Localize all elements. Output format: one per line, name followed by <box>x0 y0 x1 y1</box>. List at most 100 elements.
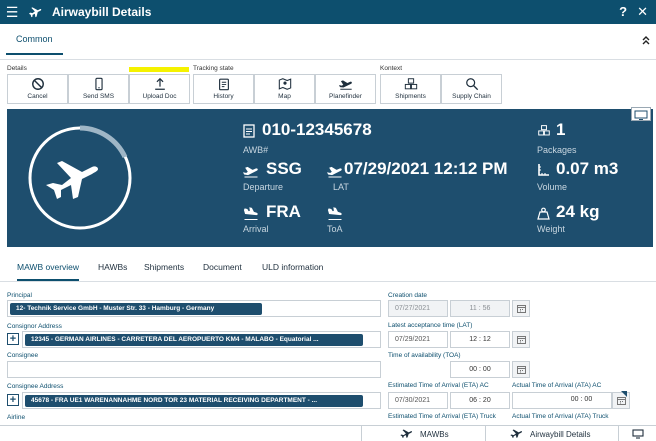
search-icon <box>465 78 478 91</box>
group-label-tracking: Tracking state <box>193 65 234 72</box>
volume-field: 0.07 m3 Volume <box>537 159 647 199</box>
planefinder-button[interactable]: Planefinder <box>315 74 376 104</box>
tab-mawb-overview[interactable]: MAWB overview <box>17 262 80 281</box>
consignor-address-label: Consignor Address <box>7 323 62 330</box>
tab-document[interactable]: Document <box>203 262 242 279</box>
awb-number: 010-12345678 <box>262 120 372 139</box>
arrival-code: FRA <box>266 202 301 221</box>
airwaybill-details-button[interactable]: Airwaybill Details <box>510 426 590 441</box>
volume-value: 0.07 m3 <box>556 159 619 178</box>
awb-caption: AWB# <box>243 145 269 155</box>
toa-time-input[interactable]: 00 : 00 <box>450 361 510 378</box>
airplane-icon <box>400 429 412 438</box>
tab-shipments[interactable]: Shipments <box>144 262 184 279</box>
packages-caption: Packages <box>537 145 577 155</box>
upload-doc-button[interactable]: Upload Doc <box>129 74 190 104</box>
monitor-icon[interactable] <box>632 426 644 441</box>
airplane-icon <box>28 5 46 19</box>
boxes-icon <box>538 125 550 136</box>
add-consignor-icon[interactable]: + <box>7 333 19 345</box>
weight-value: 24 kg <box>556 202 600 221</box>
calendar-icon[interactable] <box>512 331 530 348</box>
add-consignee-icon[interactable]: + <box>7 394 19 406</box>
airplane-icon <box>510 429 522 438</box>
weight-field: 24 kg Weight <box>537 202 647 242</box>
ruler-icon <box>538 164 549 176</box>
consignor-address-chip[interactable]: 12345 - GERMAN AIRLINES - CARRETERA DEL … <box>25 334 363 346</box>
lat-date-input[interactable]: 07/29/2021 <box>388 331 448 348</box>
title-bar: ☰ Airwaybill Details ? ✕ <box>0 0 656 24</box>
hamburger-menu-icon[interactable]: ☰ <box>0 0 24 24</box>
eta-ac-label: Estimated Time of Arrival (ETA) AC <box>388 382 489 389</box>
group-label-kontext: Kontext <box>380 65 403 72</box>
group-label-details: Details <box>7 65 27 72</box>
consignee-address-label: Consignee Address <box>7 383 64 390</box>
ata-ac-label: Actual Time of Arrival (ATA) AC <box>512 382 602 389</box>
toa-label: Time of availability (TOA) <box>388 352 461 359</box>
consignee-field[interactable] <box>7 361 381 378</box>
cancel-icon <box>31 78 44 90</box>
lat-label: Latest acceptance time (LAT) <box>388 322 473 329</box>
ata-ac-time-input[interactable]: 00 : 00 <box>553 392 610 409</box>
creation-time-input: 11 : 56 <box>450 300 510 317</box>
phone-icon <box>94 77 103 91</box>
toa-caption: ToA <box>327 224 343 234</box>
creation-date-input: 07/27/2021 <box>388 300 448 317</box>
arrival-caption: Arrival <box>243 224 269 234</box>
eta-ac-date-input[interactable]: 07/30/2021 <box>388 392 448 409</box>
plane-departure-icon <box>243 166 258 178</box>
eta-truck-label: Estimated Time of Arrival (ETA) Truck <box>388 413 496 420</box>
lat-time-input[interactable]: 12 : 12 <box>450 331 510 348</box>
top-tabs: Common <box>0 24 656 60</box>
airplane-progress-icon <box>28 125 132 230</box>
airwaybill-summary-banner: 010-12345678 AWB# SSG Departure 07/29/20… <box>7 107 653 247</box>
lat-caption: LAT <box>333 182 349 192</box>
lat-value: 07/29/2021 12:12 PM <box>344 159 508 178</box>
tab-hawbs[interactable]: HAWBs <box>98 262 127 279</box>
weight-caption: Weight <box>537 224 565 234</box>
map-button[interactable]: Map <box>254 74 315 104</box>
plane-arrival-icon <box>327 207 342 221</box>
bottom-bar: MAWBs Airwaybill Details <box>0 425 656 441</box>
send-sms-button[interactable]: Send SMS <box>68 74 129 104</box>
window-title: Airwaybill Details <box>52 5 152 19</box>
boxes-icon <box>404 78 417 90</box>
principal-label: Principal <box>7 292 32 299</box>
consignee-address-chip[interactable]: 45678 - FRA UE1 WARENANNAHME NORD TOR 23… <box>25 395 363 407</box>
packages-count: 1 <box>556 120 566 139</box>
document-icon <box>243 124 255 138</box>
calendar-icon[interactable] <box>512 361 530 378</box>
display-mode-icon[interactable] <box>631 107 651 121</box>
weight-icon <box>537 207 550 220</box>
departure-code: SSG <box>266 159 302 178</box>
departure-field: SSG Departure <box>243 159 323 199</box>
map-icon <box>278 78 291 90</box>
upload-icon <box>154 77 165 90</box>
cancel-button[interactable]: Cancel <box>7 74 68 104</box>
consignee-label: Consignee <box>7 352 39 359</box>
principal-chip[interactable]: 12- Technik Service GmbH - Muster Str. 3… <box>10 303 262 315</box>
supply-chain-button[interactable]: Supply Chain <box>441 74 502 104</box>
plane-departure-icon <box>327 166 342 178</box>
help-icon[interactable]: ? <box>619 4 627 20</box>
edit-marker-icon <box>621 391 627 397</box>
tab-common[interactable]: Common <box>6 34 63 55</box>
awb-field: 010-12345678 AWB# <box>243 120 443 160</box>
ata-truck-label: Actual Time of Arrival (ATA) Truck <box>512 413 609 420</box>
mawbs-button[interactable]: MAWBs <box>400 426 449 441</box>
departure-caption: Departure <box>243 182 284 192</box>
detail-tabs: MAWB overview HAWBs Shipments Document U… <box>0 258 656 282</box>
close-icon[interactable]: ✕ <box>637 4 648 20</box>
history-button[interactable]: History <box>193 74 254 104</box>
arrival-field: FRA Arrival <box>243 202 323 242</box>
volume-caption: Volume <box>537 182 568 192</box>
plane-takeoff-icon <box>338 80 352 90</box>
packages-field: 1 Packages <box>537 120 647 160</box>
shipments-button[interactable]: Shipments <box>380 74 441 104</box>
collapse-chevron-icon[interactable] <box>642 36 650 48</box>
lat-field: 07/29/2021 12:12 PM LAT <box>327 159 527 199</box>
airline-label: Airline <box>7 414 26 421</box>
eta-ac-time-input[interactable]: 06 : 20 <box>450 392 510 409</box>
tab-uld-information[interactable]: ULD information <box>262 262 323 279</box>
calendar-icon[interactable] <box>512 300 530 317</box>
